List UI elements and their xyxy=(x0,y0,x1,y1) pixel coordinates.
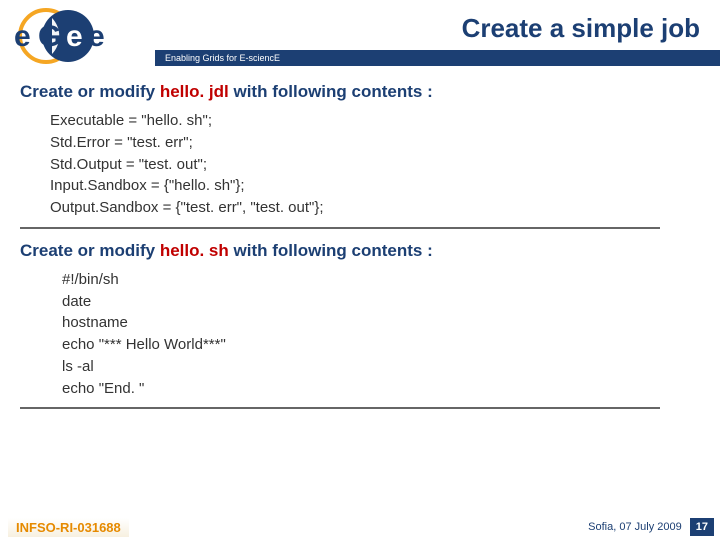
code-line: hostname xyxy=(62,312,700,334)
heading-text: Create or modify xyxy=(20,82,160,101)
code-line: Input.Sandbox = {"hello. sh"}; xyxy=(50,175,700,197)
code-line: Std.Error = "test. err"; xyxy=(50,132,700,154)
page-number: 17 xyxy=(690,518,714,536)
code-line: date xyxy=(62,291,700,313)
svg-text:e: e xyxy=(14,20,31,53)
egee-logo: e G e e xyxy=(8,6,158,75)
jdl-code-block: Executable = "hello. sh"; Std.Error = "t… xyxy=(50,110,700,219)
slide-header: e G e e Create a simple job Enabling Gri… xyxy=(0,0,720,78)
footer-date: Sofia, 07 July 2009 xyxy=(588,521,682,533)
section2-heading: Create or modify hello. sh with followin… xyxy=(20,241,700,261)
slide-footer: INFSO-RI-031688 Sofia, 07 July 2009 17 xyxy=(0,514,720,540)
footer-right: Sofia, 07 July 2009 17 xyxy=(588,518,714,536)
svg-text:e: e xyxy=(66,20,83,53)
code-line: Executable = "hello. sh"; xyxy=(50,110,700,132)
divider xyxy=(20,407,660,409)
heading-filename: hello. jdl xyxy=(160,82,229,101)
code-line: ls -al xyxy=(62,356,700,378)
sh-code-block: #!/bin/sh date hostname echo "*** Hello … xyxy=(62,269,700,400)
slide-content: Create or modify hello. jdl with followi… xyxy=(20,82,700,421)
svg-text:e: e xyxy=(88,20,105,53)
section1-heading: Create or modify hello. jdl with followi… xyxy=(20,82,700,102)
slide-title: Create a simple job xyxy=(462,13,700,44)
code-line: echo "End. " xyxy=(62,378,700,400)
code-line: echo "*** Hello World***" xyxy=(62,334,700,356)
code-line: Std.Output = "test. out"; xyxy=(50,154,700,176)
code-line: Output.Sandbox = {"test. err", "test. ou… xyxy=(50,197,700,219)
heading-text: with following contents : xyxy=(229,82,433,101)
heading-text: with following contents : xyxy=(229,241,433,260)
tagline-text: Enabling Grids for E-sciencE xyxy=(165,53,280,63)
footer-reference: INFSO-RI-031688 xyxy=(8,518,129,537)
code-line: #!/bin/sh xyxy=(62,269,700,291)
heading-text: Create or modify xyxy=(20,241,160,260)
tagline-bar: Enabling Grids for E-sciencE xyxy=(155,50,720,66)
title-band: Create a simple job xyxy=(155,6,720,50)
heading-filename: hello. sh xyxy=(160,241,229,260)
divider xyxy=(20,227,660,229)
svg-text:G: G xyxy=(38,20,61,53)
